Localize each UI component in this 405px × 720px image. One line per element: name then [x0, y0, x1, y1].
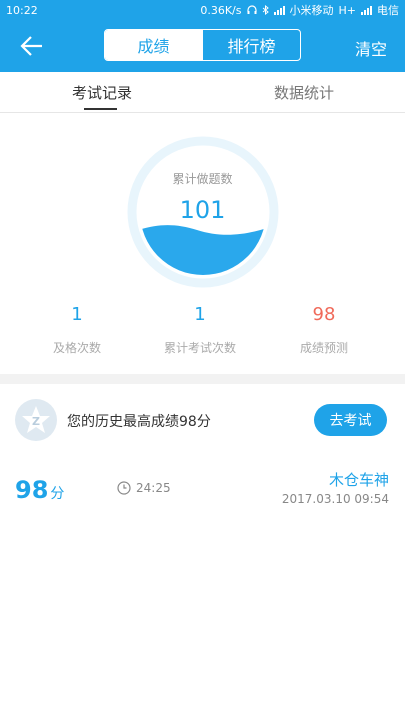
- active-tab-indicator: [84, 108, 117, 110]
- stat-prediction-label: 成绩预测: [299, 341, 348, 355]
- clock-icon: [117, 481, 131, 495]
- record-duration: 24:25: [136, 481, 171, 495]
- clear-button[interactable]: 清空: [355, 36, 387, 60]
- record-score-value: 98: [15, 476, 49, 504]
- segmented-control: 成绩 排行榜: [104, 29, 301, 61]
- stat-passed: 1 及格次数: [17, 304, 137, 356]
- take-exam-button[interactable]: 去考试: [314, 404, 387, 436]
- stat-prediction-value: 98: [312, 304, 336, 325]
- gauge-value: 101: [179, 196, 226, 224]
- subtab-data-stats[interactable]: 数据统计: [274, 82, 334, 103]
- carrier-1: 小米移动: [289, 4, 334, 17]
- tab-score[interactable]: 成绩: [105, 30, 202, 60]
- stat-prediction: 98 成绩预测: [264, 304, 384, 356]
- bluetooth-icon: [262, 5, 269, 15]
- network-type: H+: [338, 3, 357, 17]
- record-score-unit: 分: [50, 486, 65, 502]
- star-badge-icon: Z: [22, 406, 50, 433]
- record-username: 木仓车神: [328, 471, 389, 489]
- arrow-left-icon[interactable]: [18, 32, 46, 60]
- headphone-icon: [246, 5, 257, 14]
- stat-passed-value: 1: [71, 304, 83, 325]
- status-time: 10:22: [6, 3, 38, 17]
- gauge-label: 累计做题数: [172, 172, 233, 186]
- best-score-text: 您的历史最高成绩98分: [67, 414, 211, 430]
- stat-exam-count: 1 累计考试次数: [140, 304, 260, 356]
- record-score: 98 分: [15, 476, 64, 504]
- svg-text:Z: Z: [32, 415, 40, 428]
- signal-icon-2: [361, 5, 372, 15]
- status-bar: 10:22 0.36K/s 小米移动 H+ 电信: [0, 0, 405, 20]
- subtab-exam-records[interactable]: 考试记录: [72, 82, 132, 103]
- sub-tabs: 考试记录 数据统计: [0, 72, 405, 113]
- signal-icon: [273, 5, 285, 15]
- carrier-2: 电信: [377, 4, 399, 17]
- record-date: 2017.03.10 09:54: [281, 492, 389, 506]
- section-divider: [0, 374, 405, 384]
- stat-exam-count-value: 1: [194, 304, 206, 325]
- status-icons: 0.36K/s 小米移动 H+ 电信: [200, 2, 399, 18]
- stat-passed-label: 及格次数: [52, 341, 101, 355]
- stat-exam-count-label: 累计考试次数: [163, 341, 236, 355]
- nav-bar: 成绩 排行榜 清空: [0, 20, 405, 72]
- avatar: Z: [15, 399, 57, 441]
- tab-ranking[interactable]: 排行榜: [202, 30, 300, 60]
- network-speed: 0.36K/s: [200, 3, 242, 17]
